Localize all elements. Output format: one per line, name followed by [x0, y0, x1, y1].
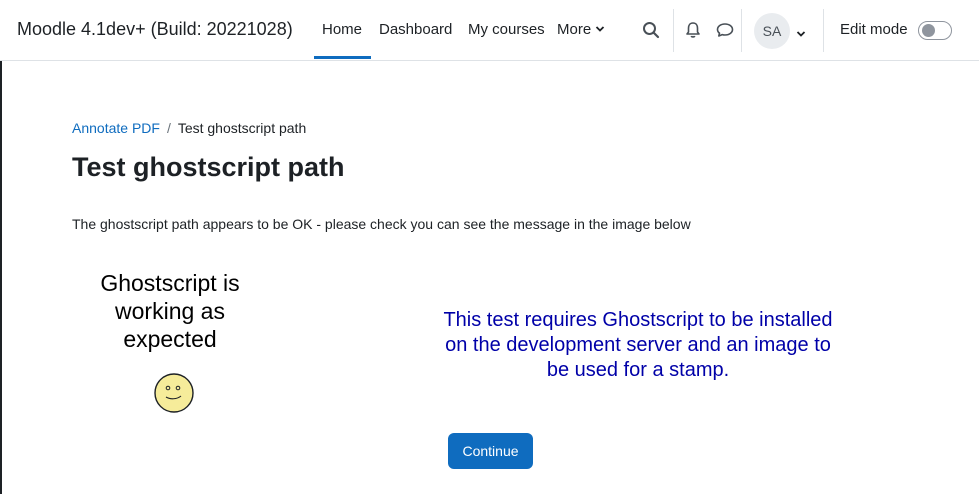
- site-name[interactable]: Moodle 4.1dev+ (Build: 20221028): [17, 19, 293, 40]
- continue-button[interactable]: Continue: [448, 433, 533, 469]
- test-image-line: Ghostscript is: [100, 270, 240, 296]
- test-image-right-text: This test requires Ghostscript to be ins…: [400, 308, 876, 383]
- top-navbar: Moodle 4.1dev+ (Build: 20221028) Home Da…: [0, 0, 979, 61]
- test-image-line: expected: [123, 326, 217, 352]
- chevron-down-icon: [596, 26, 605, 32]
- chevron-down-icon[interactable]: [796, 25, 806, 43]
- test-image-line: on the development server and an image t…: [445, 334, 831, 356]
- smiley-stamp-icon: [154, 373, 194, 413]
- nav-more-label: More: [557, 21, 592, 38]
- breadcrumb-current: Test ghostscript path: [177, 120, 307, 136]
- breadcrumb: Annotate PDF / Test ghostscript path: [72, 120, 306, 136]
- user-avatar[interactable]: SA: [754, 13, 790, 49]
- edit-mode-label: Edit mode: [840, 21, 908, 38]
- toggle-knob: [922, 24, 935, 37]
- test-image-line: working as: [115, 298, 225, 324]
- breadcrumb-link-annotate-pdf[interactable]: Annotate PDF: [72, 120, 160, 136]
- nav-my-courses[interactable]: My courses: [468, 21, 545, 38]
- nav-divider: [673, 9, 674, 52]
- test-image-left-text: Ghostscript is working as expected: [80, 269, 260, 353]
- window-edge: [0, 0, 2, 494]
- nav-more[interactable]: More: [557, 21, 605, 38]
- test-image-line: This test requires Ghostscript to be ins…: [443, 309, 833, 331]
- edit-mode-toggle[interactable]: [918, 21, 952, 40]
- nav-home[interactable]: Home: [322, 21, 362, 38]
- test-image-line: be used for a stamp.: [546, 359, 730, 381]
- breadcrumb-separator: /: [166, 120, 171, 136]
- bell-icon[interactable]: [682, 19, 704, 41]
- chat-icon[interactable]: [714, 19, 736, 41]
- status-message: The ghostscript path appears to be OK - …: [72, 216, 691, 232]
- nav-dashboard[interactable]: Dashboard: [379, 21, 452, 38]
- search-icon[interactable]: [640, 19, 662, 41]
- active-nav-indicator: [314, 56, 371, 59]
- nav-divider: [741, 9, 742, 52]
- nav-divider: [823, 9, 824, 52]
- page-title: Test ghostscript path: [72, 152, 345, 182]
